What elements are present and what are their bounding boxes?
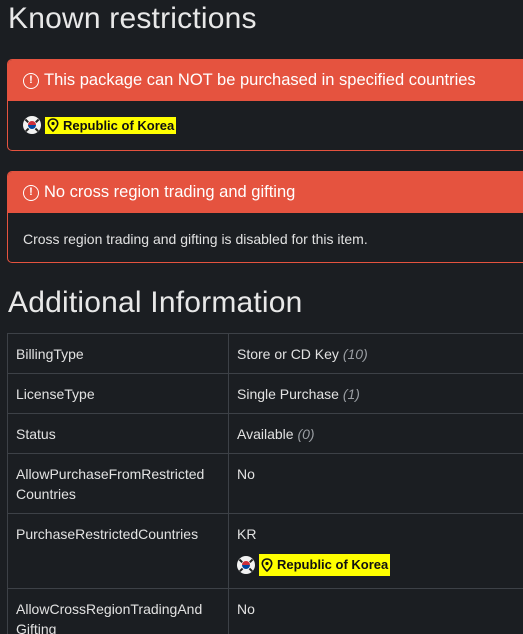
restriction-card-trading: ! No cross region trading and gifting Cr… xyxy=(7,171,523,263)
info-count: (1) xyxy=(342,386,360,402)
info-value: No xyxy=(228,453,523,514)
additional-info-table: BillingType Store or CD Key (10) License… xyxy=(7,333,523,634)
table-row: PurchaseRestrictedCountries KR Republic … xyxy=(7,513,523,589)
restriction-title: No cross region trading and gifting xyxy=(44,183,296,201)
map-pin-icon xyxy=(47,118,59,132)
info-count: (10) xyxy=(342,346,368,362)
info-key: AllowCrossRegionTradingAnd Gifting xyxy=(7,588,229,634)
info-key: BillingType xyxy=(7,333,229,374)
table-row: AllowPurchaseFromRestricted Countries No xyxy=(7,453,523,514)
additional-information-heading: Additional Information xyxy=(8,286,303,319)
table-row: LicenseType Single Purchase (1) xyxy=(7,373,523,414)
info-value-text: Store or CD Key xyxy=(237,346,339,362)
korea-flag-icon xyxy=(237,556,255,574)
restriction-card-countries: ! This package can NOT be purchased in s… xyxy=(7,59,523,151)
info-value: Single Purchase (1) xyxy=(228,373,523,414)
table-row: BillingType Store or CD Key (10) xyxy=(7,333,523,374)
country-highlight: Republic of Korea xyxy=(259,554,391,576)
restriction-card-header: ! This package can NOT be purchased in s… xyxy=(8,60,523,101)
country-name: Republic of Korea xyxy=(63,117,175,133)
restriction-body: Cross region trading and gifting is disa… xyxy=(23,231,368,247)
info-value: Store or CD Key (10) xyxy=(228,333,523,374)
known-restrictions-heading: Known restrictions xyxy=(8,2,257,35)
country-name: Republic of Korea xyxy=(277,557,389,572)
info-value: KR Republic of Korea xyxy=(228,513,523,589)
info-key: AllowPurchaseFromRestricted Countries xyxy=(7,453,229,514)
warning-circle-icon: ! xyxy=(23,72,39,89)
map-pin-icon xyxy=(261,558,273,572)
info-value: Available (0) xyxy=(228,413,523,454)
country-link[interactable]: Republic of Korea xyxy=(23,116,177,134)
info-value-text: Available xyxy=(237,426,294,442)
country-link[interactable]: Republic of Korea xyxy=(237,554,391,576)
table-row: Status Available (0) xyxy=(7,413,523,454)
info-key: PurchaseRestrictedCountries xyxy=(7,513,229,589)
restriction-title: This package can NOT be purchased in spe… xyxy=(44,71,476,89)
table-row: AllowCrossRegionTradingAnd Gifting No xyxy=(7,588,523,634)
info-value-text: KR xyxy=(237,526,257,542)
korea-flag-icon xyxy=(23,116,41,134)
warning-circle-icon: ! xyxy=(23,184,39,201)
country-highlight: Republic of Korea xyxy=(45,116,177,134)
info-value: No xyxy=(228,588,523,634)
info-key: Status xyxy=(7,413,229,454)
info-value-text: Single Purchase xyxy=(237,386,339,402)
info-key: LicenseType xyxy=(7,373,229,414)
info-count: (0) xyxy=(297,426,315,442)
restriction-card-header: ! No cross region trading and gifting xyxy=(8,172,523,213)
